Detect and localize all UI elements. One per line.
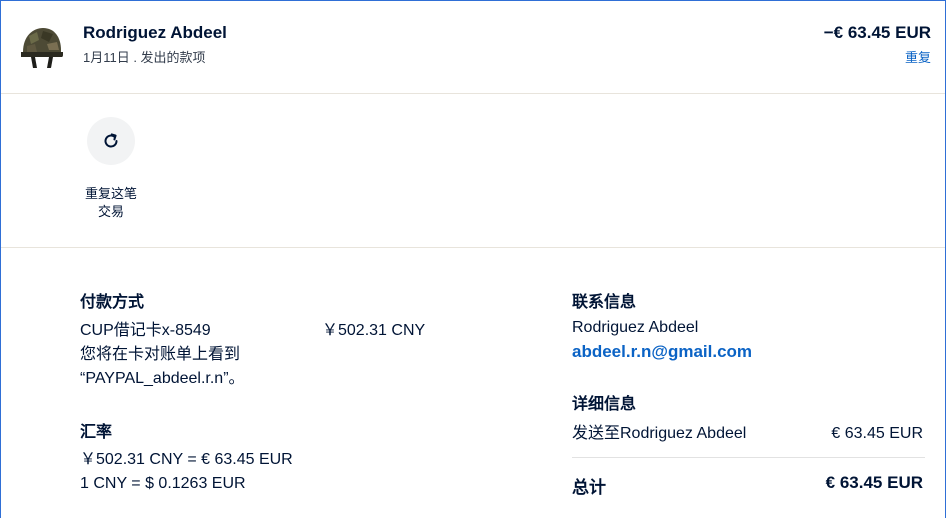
statement-note-line2: “PAYPAL_abdeel.r.n”。 [80,370,245,387]
repeat-transaction-button[interactable] [87,117,135,165]
sent-to-amount: € 63.45 EUR [831,425,923,442]
divider [1,247,945,248]
avatar [17,22,65,70]
exchange-rate-line2: 1 CNY = $ 0.1263 EUR [80,475,246,492]
repeat-transaction-label: 重复这笔 交易 [79,185,143,221]
payment-method-title: 付款方式 [80,294,145,311]
refresh-icon [104,133,118,148]
contact-email-link[interactable]: abdeel.r.n@gmail.com [572,342,752,362]
helmet-avatar-icon [17,22,65,70]
total-label: 总计 [572,478,606,497]
transaction-amount: −€ 63.45 EUR [823,23,931,42]
payee-name: Rodriguez Abdeel [83,23,227,42]
total-value: € 63.45 EUR [825,473,923,492]
repeat-transaction-label-line1: 重复这笔 [84,186,137,201]
contact-info-title: 联系信息 [572,294,637,311]
repeat-link[interactable]: 重复 [905,47,931,66]
sent-to-label: 发送至Rodriguez Abdeel [572,425,747,442]
payment-card: CUP借记卡x-8549 [80,322,211,339]
repeat-transaction-action[interactable]: 重复这笔 交易 [79,117,143,221]
transaction-detail-panel: Rodriguez Abdeel 1月11日 . 发出的款项 −€ 63.45 … [0,0,946,518]
divider [572,457,925,458]
transaction-date-type: 1月11日 . 发出的款项 [83,50,206,65]
details-title: 详细信息 [572,396,637,413]
exchange-rate-line1: ￥502.31 CNY = € 63.45 EUR [80,451,293,468]
payment-card-amount: ￥502.31 CNY [322,322,426,339]
transaction-header: Rodriguez Abdeel 1月11日 . 发出的款项 −€ 63.45 … [1,1,945,93]
contact-name: Rodriguez Abdeel [572,319,699,336]
statement-note-line1: 您将在卡对账单上看到 [80,346,241,363]
repeat-transaction-label-line2: 交易 [97,204,124,219]
divider [1,93,945,94]
exchange-rate-title: 汇率 [80,424,113,441]
